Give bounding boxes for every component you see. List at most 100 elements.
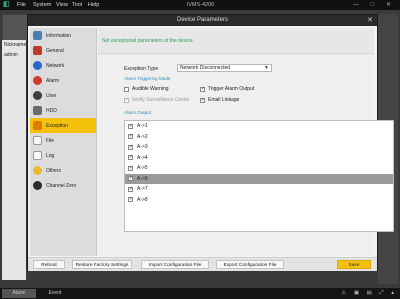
nav-label: Channel Zero xyxy=(46,182,77,189)
nav-label: User xyxy=(46,92,57,99)
nav-label: General xyxy=(46,47,64,54)
close-icon[interactable]: ✕ xyxy=(367,15,373,26)
control-panel-tab[interactable] xyxy=(2,14,30,41)
alarm-triggering-mode-label: Alarm Triggering Mode xyxy=(124,76,171,81)
exception-type-value: Network Disconnected xyxy=(180,65,231,71)
menu-file[interactable]: File xyxy=(17,2,26,8)
nav-item-general[interactable]: General xyxy=(30,43,96,58)
dialog-button-bar: Reboot Restore Factory Settings Import C… xyxy=(28,257,377,271)
import-configuration-button[interactable]: Import Configuration File xyxy=(141,260,209,269)
nav-item-hdd[interactable]: HDD xyxy=(30,103,96,118)
checkbox-box: ✓ xyxy=(124,96,130,103)
notify-surveillance-center-label: Notify Surveillance Center xyxy=(132,97,190,103)
audible-warning-checkbox[interactable]: Audible Warning xyxy=(124,86,169,92)
checkbox-box xyxy=(124,86,129,92)
nav-item-network[interactable]: Network xyxy=(30,58,96,73)
checkbox-box: ✓ xyxy=(128,133,134,140)
exception-type-label: Exception Type xyxy=(124,66,159,72)
information-icon xyxy=(33,31,42,40)
alarm-output-label-text: A->6 xyxy=(137,175,148,182)
checkbox-box: ✓ xyxy=(128,185,134,192)
status-bar: Alarm Event ⚠ ▣ ▤ ⤢ ▴ xyxy=(0,288,400,299)
trigger-alarm-output-checkbox[interactable]: ✓ Trigger Alarm Output xyxy=(200,86,254,92)
background-left-panel: Nickname admin xyxy=(2,40,26,280)
alarm-output-row[interactable]: ✓ A->4 xyxy=(125,153,393,164)
checkbox-box: ✓ xyxy=(128,164,134,171)
reboot-button[interactable]: Reboot xyxy=(33,260,65,269)
nav-item-file[interactable]: File xyxy=(30,133,96,148)
nav-label: Alarm xyxy=(46,77,60,84)
alarm-output-row[interactable]: ✓ A->8 xyxy=(125,195,393,206)
hdd-icon xyxy=(33,106,42,115)
window-controls[interactable]: — □ ✕ xyxy=(353,1,396,8)
status-tray-icons[interactable]: ⚠ ▣ ▤ ⤢ ▴ xyxy=(341,290,397,297)
alarm-output-label: Alarm Output xyxy=(124,110,152,115)
checkbox-box: ✓ xyxy=(128,143,134,150)
exception-icon xyxy=(33,121,42,130)
trigger-alarm-output-label: Trigger Alarm Output xyxy=(208,86,255,92)
export-configuration-button[interactable]: Export Configuration File xyxy=(216,260,284,269)
nickname-column-header: Nickname xyxy=(4,42,27,48)
menu-view[interactable]: View xyxy=(56,2,68,8)
nav-item-others[interactable]: Others xyxy=(30,163,96,178)
alarm-output-label-text: A->2 xyxy=(137,133,148,140)
file-icon xyxy=(33,136,42,145)
dialog-title: Device Parameters xyxy=(176,17,229,23)
alarm-output-row[interactable]: ✓ A->3 xyxy=(125,142,393,153)
log-icon xyxy=(33,151,42,160)
alarm-output-label-text: A->4 xyxy=(137,154,148,161)
nav-label: Information xyxy=(46,32,72,39)
restore-factory-settings-button[interactable]: Restore Factory Settings xyxy=(72,260,132,269)
nav-item-information[interactable]: Information xyxy=(30,28,96,43)
nav-item-alarm[interactable]: Alarm xyxy=(30,73,96,88)
nav-item-user[interactable]: User xyxy=(30,88,96,103)
tab-alarm[interactable]: Alarm xyxy=(2,289,36,298)
menu-tool[interactable]: Tool xyxy=(72,2,82,8)
email-linkage-label: Email Linkage xyxy=(208,97,240,103)
alarm-output-label-text: A->7 xyxy=(137,186,148,193)
audible-warning-label: Audible Warning xyxy=(132,86,169,92)
checkbox-box: ✓ xyxy=(200,85,206,92)
alarm-output-row[interactable]: ✓ A->1 xyxy=(125,121,393,132)
alarm-output-row-selected[interactable]: ✓ A->6 xyxy=(125,173,393,184)
menu-bar: ◧ File System View Tool Help iVMS-4200 —… xyxy=(0,0,400,10)
notify-surveillance-center-checkbox[interactable]: ✓ Notify Surveillance Center xyxy=(124,97,190,103)
general-icon xyxy=(33,46,42,55)
nav-item-log[interactable]: Log xyxy=(30,148,96,163)
alarm-output-label-text: A->3 xyxy=(137,144,148,151)
exception-settings-panel: Set exceptional parameters of the device… xyxy=(98,28,394,256)
parameter-nav: Information General Network Alarm User H… xyxy=(30,28,97,256)
email-linkage-checkbox[interactable]: ✓ Email Linkage xyxy=(200,97,239,103)
dialog-title-bar: Device Parameters ✕ xyxy=(28,15,377,26)
alarm-output-row[interactable]: ✓ A->2 xyxy=(125,132,393,143)
exception-type-select[interactable]: Network Disconnected ▼ xyxy=(177,64,272,72)
menu-system[interactable]: System xyxy=(33,2,51,8)
network-icon xyxy=(33,61,42,70)
app-logo-icon: ◧ xyxy=(3,1,10,8)
device-parameters-dialog: Device Parameters ✕ Information General … xyxy=(27,14,394,271)
alarm-output-row[interactable]: ✓ A->5 xyxy=(125,163,393,174)
user-icon xyxy=(33,91,42,100)
nav-label: Log xyxy=(46,152,55,159)
alarm-output-label-text: A->8 xyxy=(137,196,148,203)
nav-item-exception[interactable]: Exception xyxy=(30,118,96,133)
checkbox-box: ✓ xyxy=(128,175,134,182)
channel-zero-icon xyxy=(33,181,42,190)
alarm-output-label-text: A->5 xyxy=(137,165,148,172)
nav-label: HDD xyxy=(46,107,57,114)
chevron-down-icon: ▼ xyxy=(264,65,269,71)
alarm-output-list: ✓ A->1 ✓ A->2 ✓ A->3 ✓ A->4 ✓ A->5 ✓ A->6 ✓ A->… xyxy=(124,120,394,232)
checkbox-box: ✓ xyxy=(128,196,134,203)
menu-help[interactable]: Help xyxy=(88,2,99,8)
user-row[interactable]: admin xyxy=(2,50,26,60)
nav-item-channel-zero[interactable]: Channel Zero xyxy=(30,178,96,193)
alarm-icon xyxy=(33,76,42,85)
others-icon xyxy=(33,166,42,175)
app-title: iVMS-4200 xyxy=(187,2,215,8)
checkbox-box: ✓ xyxy=(128,154,134,161)
nav-label: Network xyxy=(46,62,65,69)
alarm-output-row[interactable]: ✓ A->7 xyxy=(125,184,393,195)
tab-event[interactable]: Event xyxy=(38,289,72,298)
save-button[interactable]: Save xyxy=(337,260,371,269)
checkbox-box: ✓ xyxy=(200,96,206,103)
